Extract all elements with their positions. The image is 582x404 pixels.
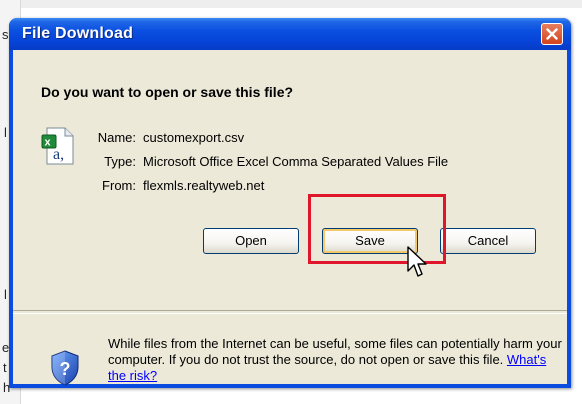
mouse-pointer-icon (407, 246, 427, 277)
security-warning: While files from the Internet can be use… (108, 336, 563, 384)
security-warning-text: While files from the Internet can be use… (108, 336, 562, 367)
file-type-value: Microsoft Office Excel Comma Separated V… (143, 154, 449, 169)
file-name-value: customexport.csv (143, 130, 245, 145)
file-name-label: Name: (97, 130, 136, 145)
close-button[interactable] (541, 23, 563, 45)
dialog-question: Do you want to open or save this file? (41, 84, 294, 100)
security-shield-icon: ? (51, 350, 79, 386)
file-type-label: Type: (104, 154, 136, 169)
cancel-button[interactable]: Cancel (440, 228, 536, 254)
svg-text:?: ? (60, 359, 71, 379)
dialog-title: File Download (22, 25, 134, 42)
file-download-dialog: File Download Do you want to open or sav… (9, 18, 571, 388)
close-icon (546, 28, 558, 40)
background-text: l (4, 125, 7, 140)
background-window-edge (0, 0, 582, 8)
divider (13, 310, 567, 314)
title-bar[interactable]: File Download (9, 18, 571, 50)
background-text: s (2, 27, 9, 42)
file-source-label: From: (102, 178, 136, 193)
open-button[interactable]: Open (203, 228, 299, 254)
background-text: t (3, 360, 7, 375)
file-source-value: flexmls.realtyweb.net (143, 178, 265, 193)
dialog-body: Do you want to open or save this file? x… (13, 50, 567, 386)
background-text: l (4, 287, 7, 302)
